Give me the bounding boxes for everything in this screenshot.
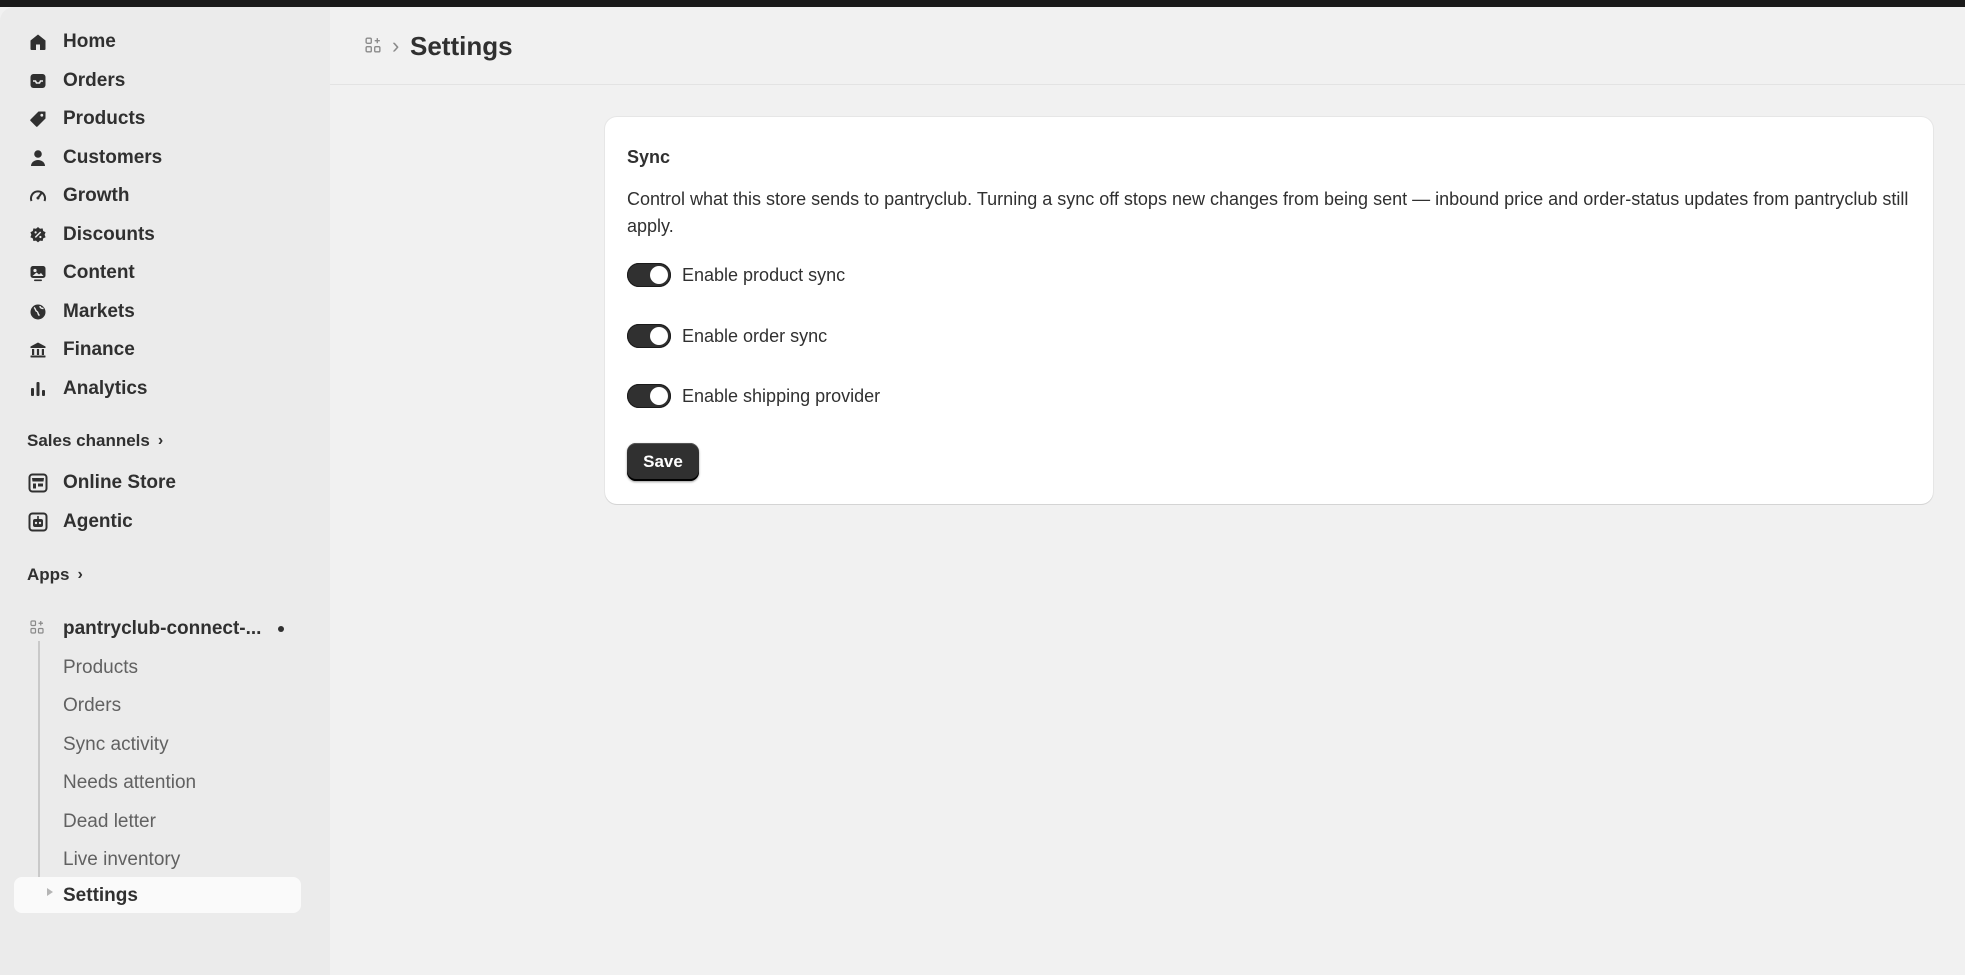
sidebar-item-label: Markets bbox=[63, 301, 135, 322]
sidebar-item-online-store[interactable]: Online Store bbox=[14, 464, 301, 500]
app-subitem-products[interactable]: Products bbox=[14, 649, 301, 685]
sidebar-item-analytics[interactable]: Analytics bbox=[14, 370, 301, 406]
save-button[interactable]: Save bbox=[627, 443, 699, 481]
sales-channels-heading[interactable]: Sales channels › bbox=[27, 431, 163, 451]
sidebar-item-home[interactable]: Home bbox=[14, 23, 301, 59]
content-icon bbox=[28, 263, 48, 283]
sidebar-item-customers[interactable]: Customers bbox=[14, 139, 301, 175]
app-subitem-orders[interactable]: Orders bbox=[14, 687, 301, 723]
sales-channels-label: Sales channels bbox=[27, 431, 150, 450]
shipping-provider-toggle-row[interactable]: Enable shipping provider bbox=[627, 382, 880, 410]
sidebar-app-pantryclub[interactable]: pantryclub-connect-... bbox=[14, 610, 301, 646]
sidebar-item-finance[interactable]: Finance bbox=[14, 331, 301, 367]
sidebar-item-growth[interactable]: Growth bbox=[14, 177, 301, 213]
order-sync-toggle-row[interactable]: Enable order sync bbox=[627, 322, 827, 350]
app-subitem-needs-attention[interactable]: Needs attention bbox=[14, 764, 301, 800]
sidebar-item-discounts[interactable]: Discounts bbox=[14, 216, 301, 252]
apps-label: Apps bbox=[27, 565, 70, 584]
sidebar-item-label: Discounts bbox=[63, 224, 155, 245]
globe-icon bbox=[28, 302, 48, 322]
bar-chart-icon bbox=[28, 379, 48, 399]
agentic-icon bbox=[28, 512, 48, 532]
chevron-right-icon: › bbox=[157, 432, 164, 449]
sidebar-item-label: Products bbox=[63, 108, 146, 129]
app-subitem-dead-letter[interactable]: Dead letter bbox=[14, 803, 301, 839]
sidebar-item-products[interactable]: Products bbox=[14, 100, 301, 136]
home-icon bbox=[28, 32, 48, 52]
breadcrumb-separator-icon: › bbox=[392, 33, 400, 58]
sidebar-item-label: Agentic bbox=[63, 511, 133, 532]
sidebar: Home Orders Products Customers Growth Di… bbox=[0, 7, 330, 975]
page-title: Settings bbox=[410, 31, 513, 61]
app-grid-icon bbox=[30, 620, 44, 639]
app-breadcrumb-icon[interactable] bbox=[360, 32, 386, 58]
product-sync-toggle-row[interactable]: Enable product sync bbox=[627, 261, 845, 289]
order-sync-toggle[interactable] bbox=[627, 324, 671, 348]
app-shell: Home Orders Products Customers Growth Di… bbox=[0, 7, 1965, 975]
sync-card: Sync Control what this store sends to pa… bbox=[605, 117, 1933, 504]
toggle-label: Enable shipping provider bbox=[682, 385, 881, 406]
subitem-label: Dead letter bbox=[63, 811, 156, 832]
sidebar-item-agentic[interactable]: Agentic bbox=[14, 503, 301, 539]
inbox-icon bbox=[28, 71, 48, 91]
person-icon bbox=[28, 148, 48, 168]
shipping-provider-toggle[interactable] bbox=[627, 384, 671, 408]
toggle-knob bbox=[650, 387, 668, 405]
sidebar-item-label: Home bbox=[63, 31, 116, 52]
notification-dot bbox=[278, 626, 284, 632]
product-sync-toggle[interactable] bbox=[627, 263, 671, 287]
sidebar-item-label: Growth bbox=[63, 185, 130, 206]
apps-heading[interactable]: Apps › bbox=[27, 565, 83, 585]
subitem-label: Settings bbox=[63, 885, 138, 906]
subitem-label: Live inventory bbox=[63, 849, 181, 870]
sidebar-item-label: Analytics bbox=[63, 378, 148, 399]
store-icon bbox=[28, 473, 48, 493]
subitem-label: Orders bbox=[63, 695, 122, 716]
app-name: pantryclub-connect-... bbox=[63, 618, 262, 639]
toggle-label: Enable product sync bbox=[682, 264, 846, 285]
sidebar-item-markets[interactable]: Markets bbox=[14, 293, 301, 329]
toggle-label: Enable order sync bbox=[682, 325, 828, 346]
tree-arrow-icon bbox=[47, 888, 53, 896]
sidebar-item-orders[interactable]: Orders bbox=[14, 62, 301, 98]
sidebar-item-label: Finance bbox=[63, 339, 135, 360]
gauge-icon bbox=[28, 186, 48, 206]
tag-icon bbox=[28, 109, 48, 129]
top-bar bbox=[0, 0, 1965, 7]
subitem-label: Sync activity bbox=[63, 734, 169, 755]
sidebar-item-content[interactable]: Content bbox=[14, 254, 301, 290]
toggle-knob bbox=[650, 327, 668, 345]
sidebar-item-label: Online Store bbox=[63, 472, 176, 493]
chevron-right-icon: › bbox=[77, 566, 83, 583]
discount-icon bbox=[28, 225, 48, 245]
card-title: Sync bbox=[627, 147, 671, 167]
page-header: › Settings bbox=[330, 7, 1965, 85]
sidebar-item-label: Customers bbox=[63, 147, 163, 168]
bank-icon bbox=[28, 340, 48, 360]
subitem-label: Needs attention bbox=[63, 772, 197, 793]
subitem-label: Products bbox=[63, 657, 138, 678]
app-subitem-sync-activity[interactable]: Sync activity bbox=[14, 726, 301, 762]
sidebar-item-label: Content bbox=[63, 262, 135, 283]
toggle-knob bbox=[650, 266, 668, 284]
app-subitem-settings[interactable]: Settings bbox=[14, 877, 301, 913]
card-description: Control what this store sends to pantryc… bbox=[627, 189, 1909, 236]
app-subitem-live-inventory[interactable]: Live inventory bbox=[14, 841, 301, 877]
sidebar-item-label: Orders bbox=[63, 70, 126, 91]
